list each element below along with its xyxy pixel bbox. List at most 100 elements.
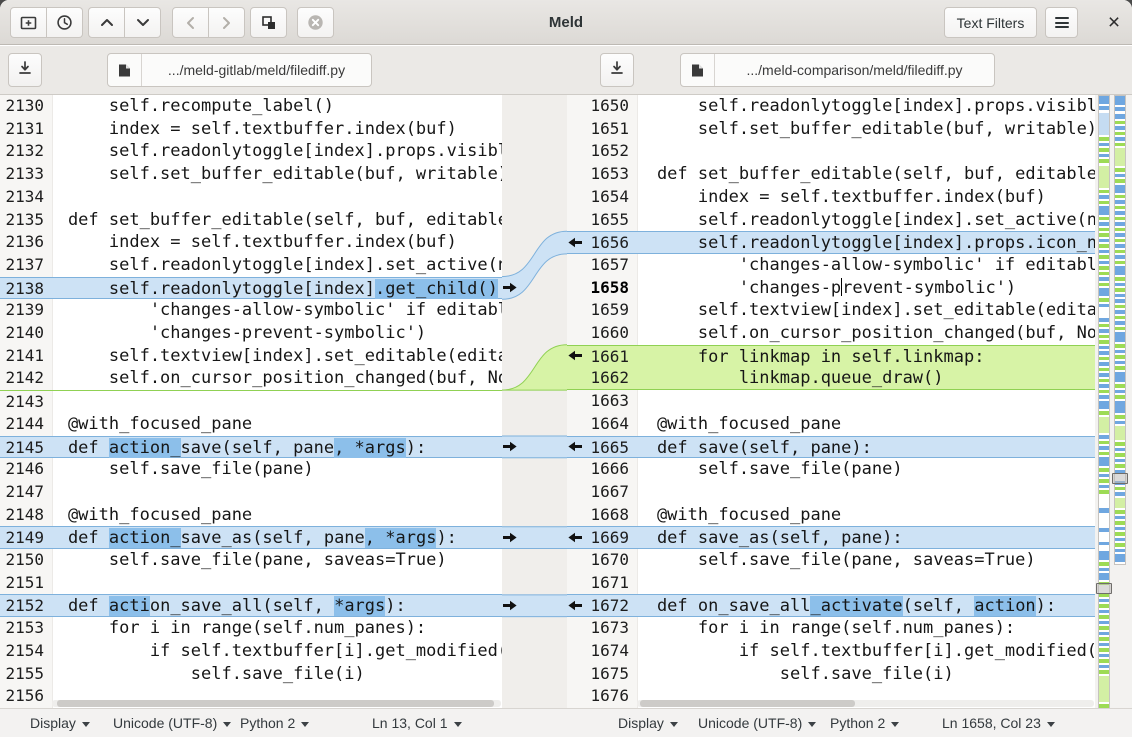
code-line[interactable]: 2151	[0, 572, 502, 595]
code-text: if self.textbuffer[i].get_modified()	[27, 640, 503, 661]
code-line[interactable]: 1657 'changes-allow-symbolic' if editabl…	[567, 254, 1095, 277]
file-chooser-left-button[interactable]: .../meld-gitlab/meld/filediff.py	[107, 53, 372, 87]
code-line[interactable]: 2138 self.readonlytoggle[index].get_chil…	[0, 276, 502, 300]
code-line[interactable]: 1661 for linkmap in self.linkmap:	[567, 344, 1095, 368]
code-line[interactable]: 2155 self.save_file(i)	[0, 663, 502, 686]
code-line[interactable]: 2152 def action_save_all(self, *args):	[0, 594, 502, 618]
encoding-menu-right[interactable]: Unicode (UTF-8)	[698, 709, 817, 737]
code-line[interactable]: 2137 self.readonlytoggle[index].set_acti…	[0, 254, 502, 277]
syntax-menu-left[interactable]: Python 2	[240, 709, 310, 737]
code-text: @with_focused_pane	[616, 413, 842, 434]
code-line[interactable]: 2130 self.recompute_label()	[0, 95, 502, 118]
save-left-button[interactable]	[8, 53, 42, 87]
overview-map-right[interactable]	[1114, 95, 1126, 565]
code-line[interactable]: 1660 self.on_cursor_position_changed(buf…	[567, 322, 1095, 345]
code-line[interactable]: 1650 self.readonlytoggle[index].props.vi…	[567, 95, 1095, 118]
code-line[interactable]: 2146 self.save_file(pane)	[0, 458, 502, 481]
chevron-down-icon	[1046, 721, 1055, 727]
code-line[interactable]: 2148 @with_focused_pane	[0, 504, 502, 527]
copy-changes-button[interactable]	[250, 7, 287, 38]
file-history-button[interactable]	[47, 7, 83, 38]
code-text: 'changes-allow-symbolic' if editable	[27, 300, 503, 321]
code-line[interactable]: 2140 'changes-prevent-symbolic')	[0, 322, 502, 345]
previous-change-button[interactable]	[88, 7, 125, 38]
code-text: self.readonlytoggle[index].set_active(no	[616, 209, 1095, 230]
window-close-button[interactable]: ×	[1096, 0, 1132, 45]
code-line[interactable]: 1663	[567, 390, 1095, 413]
stop-button[interactable]	[297, 7, 334, 38]
horizontal-scrollbar[interactable]	[637, 700, 1094, 707]
code-line[interactable]: 1653 def set_buffer_editable(self, buf, …	[567, 163, 1095, 186]
overview-map-handle[interactable]	[1096, 583, 1112, 594]
overview-map-left[interactable]	[1098, 95, 1110, 710]
code-line[interactable]: 2131 index = self.textbuffer.index(buf)	[0, 118, 502, 141]
display-menu-left[interactable]: Display	[30, 709, 90, 737]
horizontal-scrollbar[interactable]	[52, 700, 501, 707]
code-line[interactable]: 1675 self.save_file(i)	[567, 663, 1095, 686]
text-filters-button[interactable]: Text Filters	[944, 7, 1037, 38]
save-right-button[interactable]	[600, 53, 634, 87]
previous-pane-button[interactable]	[172, 7, 209, 38]
code-text: self.save_file(i)	[616, 663, 954, 684]
code-line[interactable]: 2143	[0, 390, 502, 413]
new-comparison-button[interactable]	[10, 7, 47, 38]
code-text: def save_as(self, pane):	[616, 528, 903, 549]
code-line[interactable]: 2149 def action_save_as(self, pane, *arg…	[0, 526, 502, 549]
file-chooser-right-button[interactable]: .../meld-comparison/meld/filediff.py	[680, 53, 995, 87]
code-line[interactable]: 1671	[567, 572, 1095, 595]
next-pane-button[interactable]	[209, 7, 245, 38]
code-line[interactable]: 1670 self.save_file(pane, saveas=True)	[567, 549, 1095, 572]
code-line[interactable]: 1666 self.save_file(pane)	[567, 458, 1095, 481]
copy-icon	[261, 15, 277, 31]
code-line[interactable]: 1669 def save_as(self, pane):	[567, 526, 1095, 549]
display-menu-right[interactable]: Display	[618, 709, 678, 737]
file-toolbar: .../meld-gitlab/meld/filediff.py .../mel…	[0, 46, 1132, 131]
code-line[interactable]: 2150 self.save_file(pane, saveas=True)	[0, 549, 502, 572]
code-line[interactable]: 1659 self.textview[index].set_editable(e…	[567, 299, 1095, 322]
code-line[interactable]: 2134	[0, 186, 502, 209]
code-line[interactable]: 1656 self.readonlytoggle[index].props.ic…	[567, 231, 1095, 254]
code-line[interactable]: 2133 self.set_buffer_editable(buf, writa…	[0, 163, 502, 186]
next-change-button[interactable]	[125, 7, 161, 38]
code-line[interactable]: 2145 def action_save(self, pane, *args):	[0, 435, 502, 459]
left-code-pane[interactable]: 2130 self.recompute_label() 2131 index = …	[0, 95, 503, 708]
cursor-position-left[interactable]: Ln 13, Col 1	[372, 709, 462, 737]
code-line[interactable]: 2136 index = self.textbuffer.index(buf)	[0, 231, 502, 254]
right-code-pane[interactable]: 1650 self.readonlytoggle[index].props.vi…	[567, 95, 1095, 708]
code-line[interactable]: 2132 self.readonlytoggle[index].props.vi…	[0, 140, 502, 163]
overview-map-handle[interactable]	[1112, 473, 1128, 484]
code-line[interactable]: 2154 if self.textbuffer[i].get_modified(…	[0, 640, 502, 663]
code-text: @with_focused_pane	[27, 413, 253, 434]
code-line[interactable]: 1665 def save(self, pane):	[567, 435, 1095, 459]
code-line[interactable]: 1674 if self.textbuffer[i].get_modified(…	[567, 640, 1095, 663]
chevron-down-icon	[891, 721, 900, 727]
link-gutter	[502, 95, 567, 708]
code-line[interactable]: 1651 self.set_buffer_editable(buf, writa…	[567, 118, 1095, 141]
code-line[interactable]: 1655 self.readonlytoggle[index].set_acti…	[567, 209, 1095, 232]
code-line[interactable]: 2153 for i in range(self.num_panes):	[0, 617, 502, 640]
code-line[interactable]: 2139 'changes-allow-symbolic' if editabl…	[0, 299, 502, 322]
save-icon	[17, 60, 33, 81]
code-text: self.set_buffer_editable(buf, writable)	[616, 118, 1095, 139]
cursor-position-right[interactable]: Ln 1658, Col 23	[942, 709, 1055, 737]
code-line[interactable]: 1658 'changes-prevent-symbolic')	[567, 277, 1095, 300]
code-line[interactable]: 1668 @with_focused_pane	[567, 504, 1095, 527]
code-line[interactable]: 2144 @with_focused_pane	[0, 413, 502, 436]
encoding-menu-left[interactable]: Unicode (UTF-8)	[113, 709, 232, 737]
code-line[interactable]: 1664 @with_focused_pane	[567, 413, 1095, 436]
code-line[interactable]: 2135 def set_buffer_editable(self, buf, …	[0, 209, 502, 232]
menu-button[interactable]	[1045, 7, 1078, 38]
code-line[interactable]: 2141 self.textview[index].set_editable(e…	[0, 345, 502, 368]
code-line[interactable]: 1662 linkmap.queue_draw()	[567, 367, 1095, 391]
code-line[interactable]: 1654 index = self.textbuffer.index(buf)	[567, 186, 1095, 209]
code-line[interactable]: 1652	[567, 140, 1095, 163]
code-line[interactable]: 1667	[567, 481, 1095, 504]
line-number: 2134	[5, 186, 44, 206]
chevron-down-icon	[669, 721, 678, 727]
code-line[interactable]: 2147	[0, 481, 502, 504]
code-line[interactable]: 1673 for i in range(self.num_panes):	[567, 617, 1095, 640]
code-text: self.save_file(pane)	[616, 459, 903, 480]
code-line[interactable]: 2142 self.on_cursor_position_changed(buf…	[0, 367, 502, 390]
syntax-menu-right[interactable]: Python 2	[830, 709, 900, 737]
code-line[interactable]: 1672 def on_save_all_activate(self, acti…	[567, 594, 1095, 618]
